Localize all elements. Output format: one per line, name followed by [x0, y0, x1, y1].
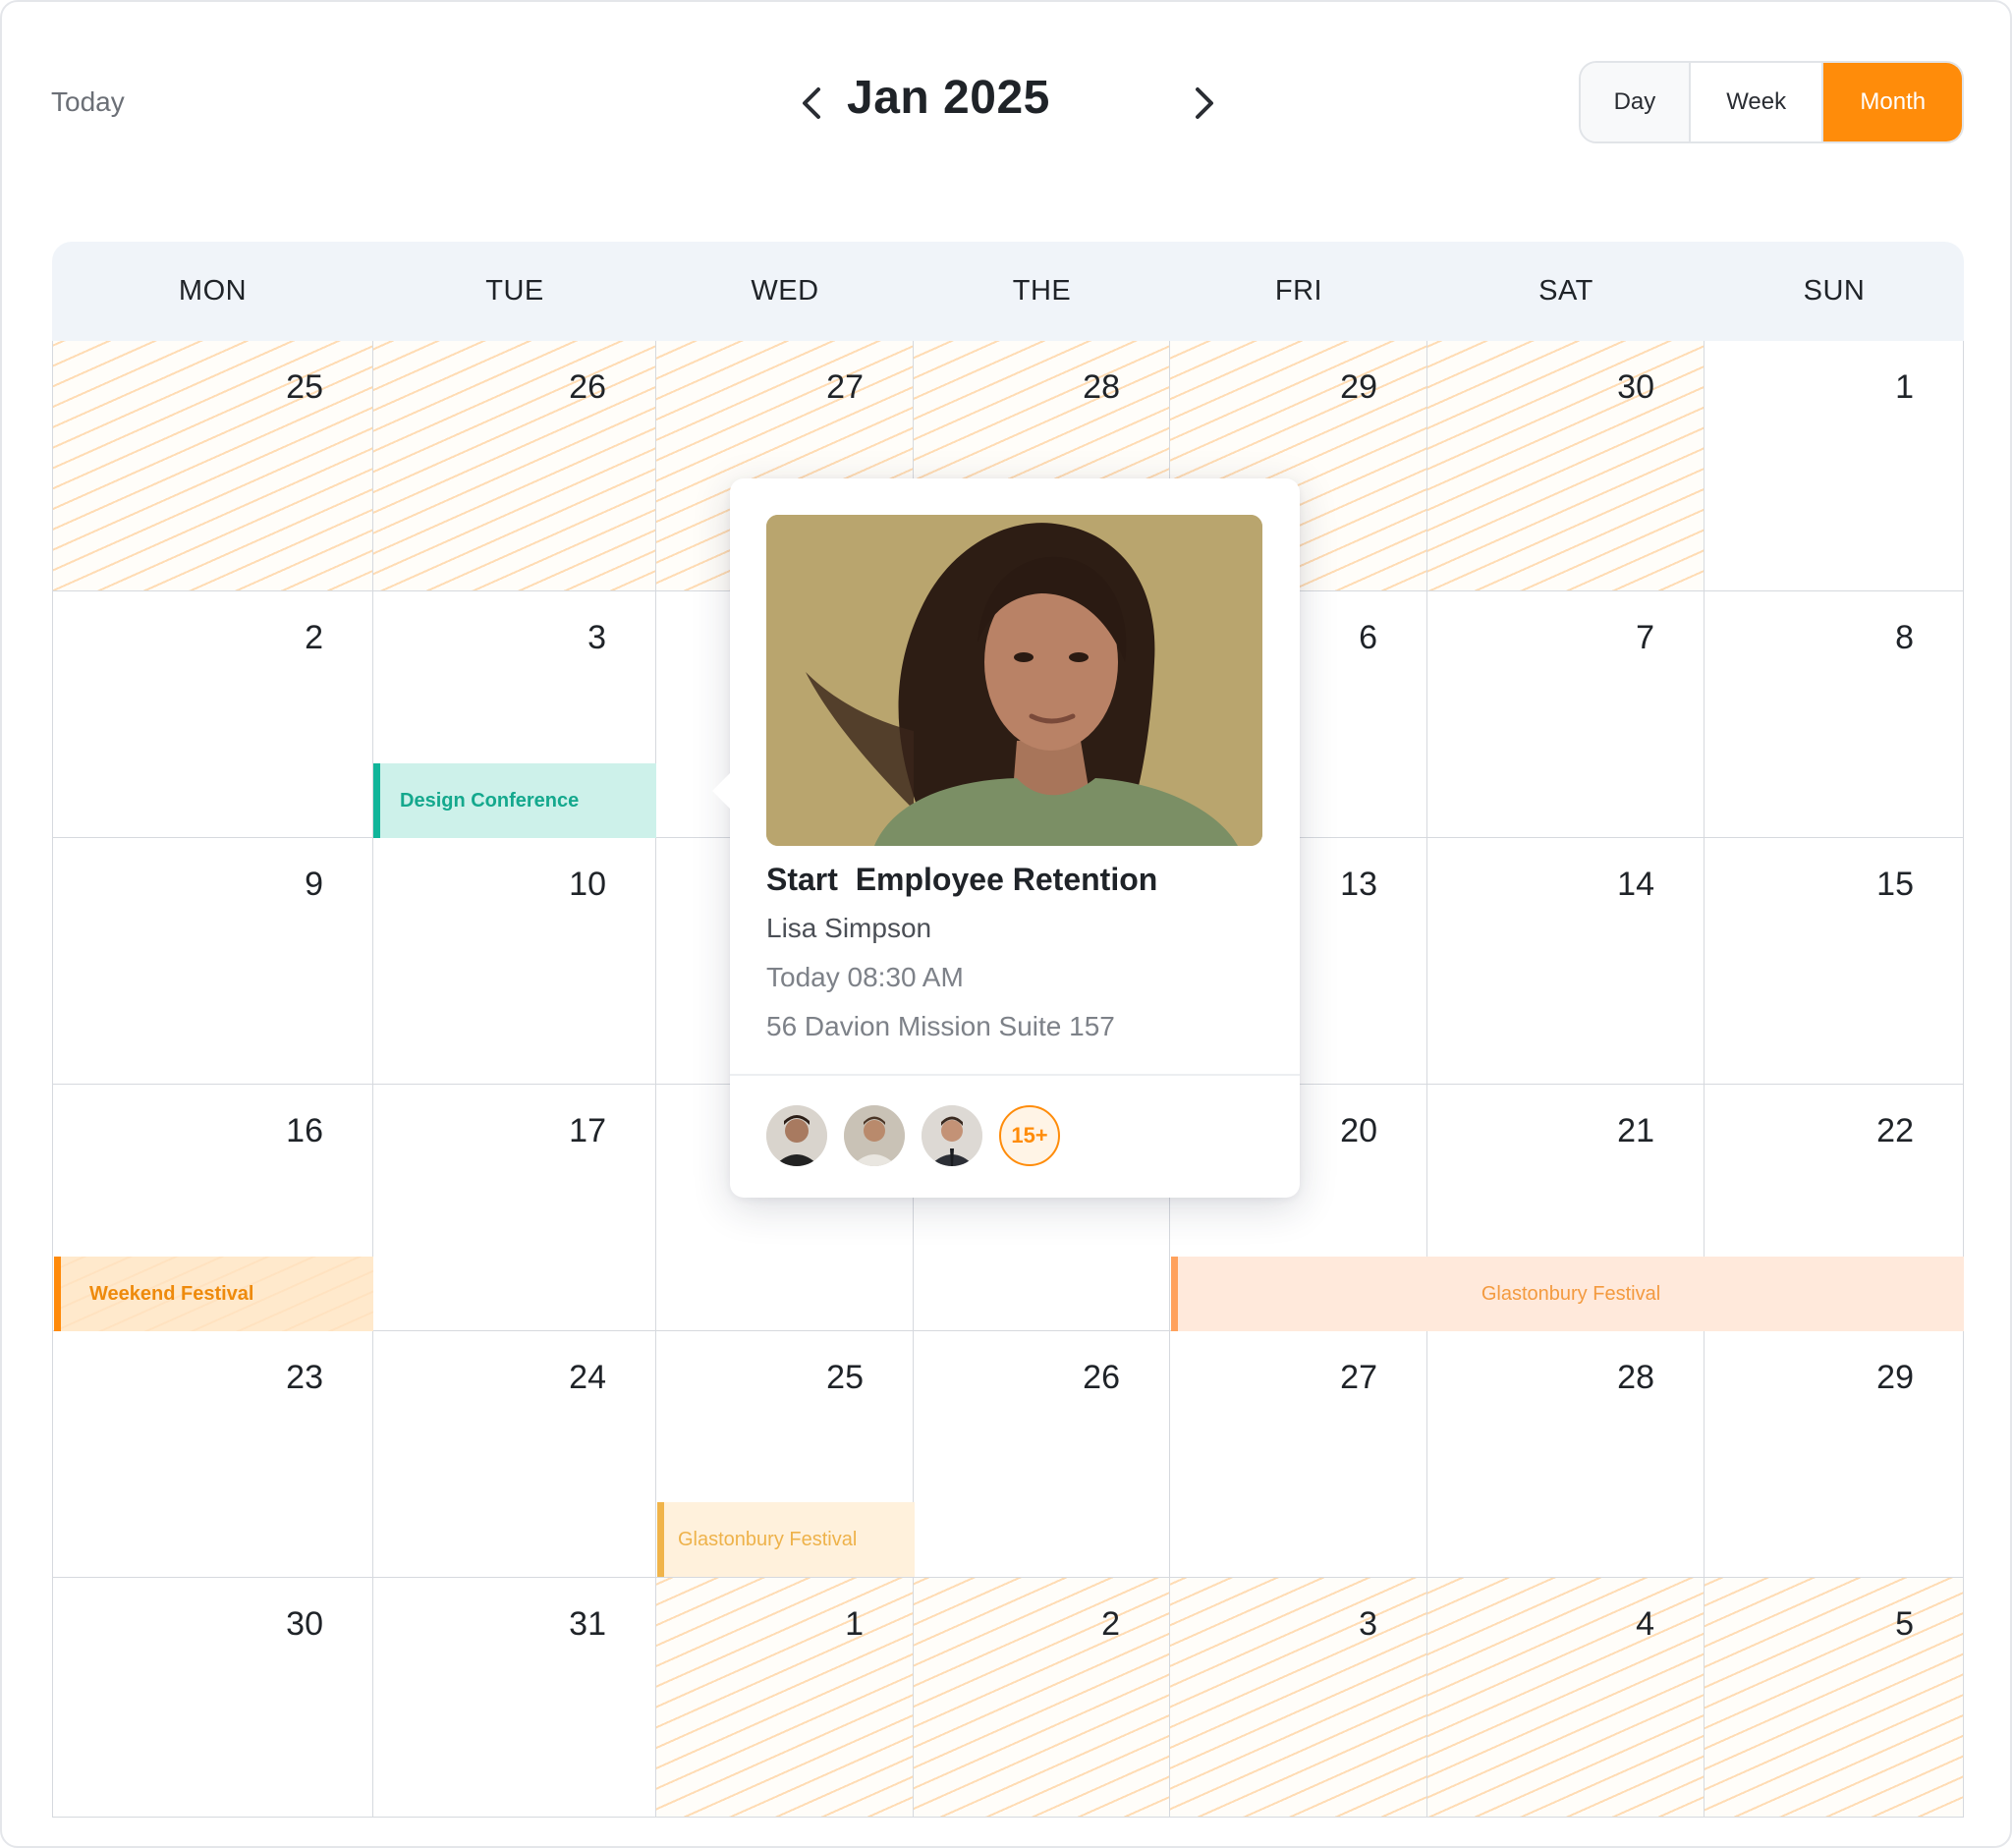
- view-switcher: Day Week Month: [1579, 61, 1964, 143]
- day-cell[interactable]: 30: [1427, 341, 1705, 591]
- day-cell[interactable]: 4: [1427, 1578, 1705, 1818]
- weekday-sat: SAT: [1538, 275, 1593, 307]
- avatar[interactable]: [922, 1105, 982, 1166]
- event-popover: Start Employee Retention Lisa Simpson To…: [712, 478, 1300, 1198]
- day-number: 20: [1340, 1112, 1377, 1149]
- event-organizer: Lisa Simpson: [766, 913, 932, 943]
- day-number: 27: [1340, 1359, 1377, 1396]
- day-cell[interactable]: 5: [1705, 1578, 1964, 1818]
- day-cell[interactable]: 2: [914, 1578, 1170, 1818]
- week-view-button[interactable]: Week: [1690, 63, 1824, 141]
- avatar[interactable]: [766, 1105, 827, 1166]
- weekday-header: MON TUE WED THE FRI SAT SUN: [52, 242, 1964, 341]
- day-number: 15: [1876, 866, 1914, 903]
- day-number: 26: [569, 368, 606, 406]
- weekday-fri: FRI: [1274, 275, 1323, 307]
- day-number: 30: [1617, 368, 1654, 406]
- day-number: 14: [1617, 866, 1654, 903]
- weekday-wed: WED: [751, 275, 819, 307]
- day-number: 2: [1101, 1605, 1120, 1643]
- weekday-sun: SUN: [1803, 275, 1866, 307]
- day-cell[interactable]: 2: [52, 591, 373, 838]
- day-cell[interactable]: 31: [373, 1578, 656, 1818]
- day-number: 13: [1340, 866, 1377, 903]
- day-cell[interactable]: 23: [52, 1331, 373, 1578]
- day-number: 28: [1617, 1359, 1654, 1396]
- day-number: 6: [1359, 619, 1377, 656]
- day-number: 31: [569, 1605, 606, 1643]
- day-cell[interactable]: 27: [1170, 1331, 1427, 1578]
- day-cell[interactable]: 25: [52, 341, 373, 591]
- day-number: 23: [286, 1359, 323, 1396]
- day-number: 9: [305, 866, 323, 903]
- weekday-mon: MON: [178, 275, 248, 307]
- day-number: 3: [587, 619, 606, 656]
- day-number: 25: [286, 368, 323, 406]
- day-cell[interactable]: 17: [373, 1085, 656, 1331]
- day-cell[interactable]: 28: [1427, 1331, 1705, 1578]
- attendee-list: 15+: [766, 1105, 1060, 1166]
- day-cell[interactable]: 15: [1705, 838, 1964, 1085]
- day-cell[interactable]: 30: [52, 1578, 373, 1818]
- day-number: 10: [569, 866, 606, 903]
- day-number: 17: [569, 1112, 606, 1149]
- day-cell[interactable]: 24: [373, 1331, 656, 1578]
- day-cell[interactable]: 9: [52, 838, 373, 1085]
- weekday-tue: TUE: [485, 275, 544, 307]
- day-cell[interactable]: 7: [1427, 591, 1705, 838]
- day-cell[interactable]: 1: [1705, 341, 1964, 591]
- popover-divider: [730, 1074, 1300, 1076]
- day-view-button[interactable]: Day: [1581, 63, 1691, 141]
- avatar[interactable]: [844, 1105, 905, 1166]
- day-number: 25: [826, 1359, 864, 1396]
- day-cell[interactable]: 1: [656, 1578, 914, 1818]
- day-cell[interactable]: 8: [1705, 591, 1964, 838]
- previous-month-button[interactable]: [790, 79, 833, 128]
- chevron-right-icon: [1196, 87, 1213, 119]
- event-design-conference[interactable]: Design Conference: [373, 763, 656, 838]
- day-number: 7: [1636, 619, 1654, 656]
- popover-arrow: [712, 773, 730, 809]
- day-cell[interactable]: 26: [373, 341, 656, 591]
- day-cell[interactable]: 3: [1170, 1578, 1427, 1818]
- day-number: 8: [1895, 619, 1914, 656]
- event-time: Today 08:30 AM: [766, 962, 964, 992]
- calendar-app: Today Jan 2025 Day Week Month MON TUE WE…: [0, 0, 2012, 1848]
- day-number: 16: [286, 1112, 323, 1149]
- day-number: 1: [845, 1605, 864, 1643]
- chevron-left-icon: [803, 87, 820, 119]
- event-weekend-festival[interactable]: Weekend Festival: [54, 1257, 373, 1331]
- day-cell[interactable]: 29: [1705, 1331, 1964, 1578]
- day-cell[interactable]: 14: [1427, 838, 1705, 1085]
- event-glastonbury-festival[interactable]: Glastonbury Festival: [1171, 1257, 1964, 1331]
- day-number: 29: [1876, 1359, 1914, 1396]
- month-title: Jan 2025: [847, 72, 1050, 124]
- day-cell[interactable]: 10: [373, 838, 656, 1085]
- month-view-button[interactable]: Month: [1823, 63, 1962, 141]
- day-number: 22: [1876, 1112, 1914, 1149]
- day-number: 24: [569, 1359, 606, 1396]
- weekday-thu: THE: [1012, 275, 1072, 307]
- day-number: 27: [826, 368, 864, 406]
- day-number: 28: [1083, 368, 1120, 406]
- day-number: 2: [305, 619, 323, 656]
- day-cell[interactable]: 26: [914, 1331, 1170, 1578]
- day-number: 3: [1359, 1605, 1377, 1643]
- day-number: 5: [1895, 1605, 1914, 1643]
- event-title: Start Employee Retention: [766, 862, 1158, 897]
- day-number: 4: [1636, 1605, 1654, 1643]
- today-button[interactable]: Today: [51, 86, 125, 118]
- more-attendees-badge[interactable]: 15+: [999, 1105, 1060, 1166]
- event-address: 56 Davion Mission Suite 157: [766, 1011, 1115, 1041]
- day-number: 26: [1083, 1359, 1120, 1396]
- day-number: 1: [1895, 368, 1914, 406]
- day-number: 21: [1617, 1112, 1654, 1149]
- event-glastonbury-festival[interactable]: Glastonbury Festival: [657, 1502, 915, 1577]
- next-month-button[interactable]: [1183, 79, 1226, 128]
- event-photo: [766, 515, 1262, 846]
- day-number: 29: [1340, 368, 1377, 406]
- day-number: 30: [286, 1605, 323, 1643]
